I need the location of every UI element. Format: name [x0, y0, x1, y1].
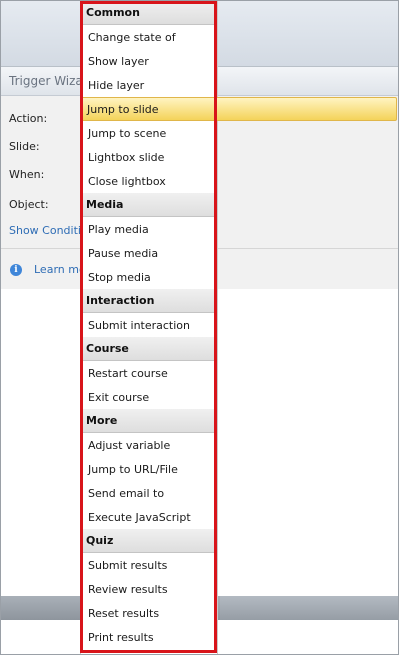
object-label: Object: [9, 198, 49, 211]
section-interaction: Interaction [81, 289, 217, 313]
menu-item-label: Hide layer [88, 79, 145, 92]
menu-item-exit-course[interactable]: Exit course [81, 385, 217, 409]
selected-item-label: Jump to slide [87, 103, 159, 116]
section-title: Media [86, 198, 124, 211]
menu-item-label: Exit course [88, 391, 150, 404]
menu-item-submit-results[interactable]: Submit results [81, 553, 217, 577]
menu-item-execute-javascript[interactable]: Execute JavaScript [81, 505, 217, 529]
menu-item-show-layer[interactable]: Show layer [81, 49, 217, 73]
section-title: Quiz [86, 534, 114, 547]
menu-item-label: Submit interaction [88, 319, 191, 332]
menu-item-hide-layer[interactable]: Hide layer [81, 73, 217, 97]
menu-item-label: Pause media [88, 247, 159, 260]
info-icon: i [10, 264, 22, 276]
menu-item-reset-results[interactable]: Reset results [81, 601, 217, 625]
menu-item-stop-media[interactable]: Stop media [81, 265, 217, 289]
section-media: Media [81, 193, 217, 217]
menu-item-send-email[interactable]: Send email to [81, 481, 217, 505]
section-more: More [81, 409, 217, 433]
dialog-bottom-bar-right [220, 596, 399, 620]
menu-item-jump-to-scene[interactable]: Jump to scene [81, 121, 217, 145]
section-course: Course [81, 337, 217, 361]
learn-more-link[interactable]: Learn mo [34, 263, 86, 276]
menu-item-label: Restart course [88, 367, 168, 380]
menu-item-close-lightbox[interactable]: Close lightbox [81, 169, 217, 193]
menu-item-label: Stop media [88, 271, 151, 284]
menu-item-label: Close lightbox [88, 175, 166, 188]
slide-label: Slide: [9, 140, 40, 153]
menu-item-label: Show layer [88, 55, 149, 68]
menu-item-change-state[interactable]: Change state of [81, 25, 217, 49]
menu-item-label: Jump to URL/File [88, 463, 178, 476]
menu-item-label: Reset results [88, 607, 160, 620]
menu-item-label: Review results [88, 583, 168, 596]
menu-item-submit-interaction[interactable]: Submit interaction [81, 313, 217, 337]
menu-item-play-media[interactable]: Play media [81, 217, 217, 241]
menu-item-restart-course[interactable]: Restart course [81, 361, 217, 385]
section-title: Interaction [86, 294, 155, 307]
menu-item-label: Adjust variable [88, 439, 171, 452]
when-label: When: [9, 168, 45, 181]
menu-item-print-results[interactable]: Print results [81, 625, 217, 649]
menu-item-review-results[interactable]: Review results [81, 577, 217, 601]
section-title: Course [86, 342, 129, 355]
menu-item-jump-to-url[interactable]: Jump to URL/File [81, 457, 217, 481]
menu-item-label: Submit results [88, 559, 168, 572]
menu-item-pause-media[interactable]: Pause media [81, 241, 217, 265]
section-title: Common [86, 6, 140, 19]
menu-item-label: Send email to [88, 487, 165, 500]
menu-item-label: Execute JavaScript [88, 511, 191, 524]
menu-item-lightbox-slide[interactable]: Lightbox slide [81, 145, 217, 169]
menu-item-label: Play media [88, 223, 149, 236]
menu-item-label: Lightbox slide [88, 151, 165, 164]
section-quiz: Quiz [81, 529, 217, 553]
section-title: More [86, 414, 118, 427]
trigger-wizard-title: Trigger Wiza [9, 74, 83, 88]
menu-item-label: Print results [88, 631, 154, 644]
menu-item-label: Change state of [88, 31, 176, 44]
section-common: Common [81, 1, 217, 25]
action-label: Action: [9, 112, 48, 125]
menu-item-adjust-variable[interactable]: Adjust variable [81, 433, 217, 457]
menu-item-label: Jump to scene [88, 127, 167, 140]
